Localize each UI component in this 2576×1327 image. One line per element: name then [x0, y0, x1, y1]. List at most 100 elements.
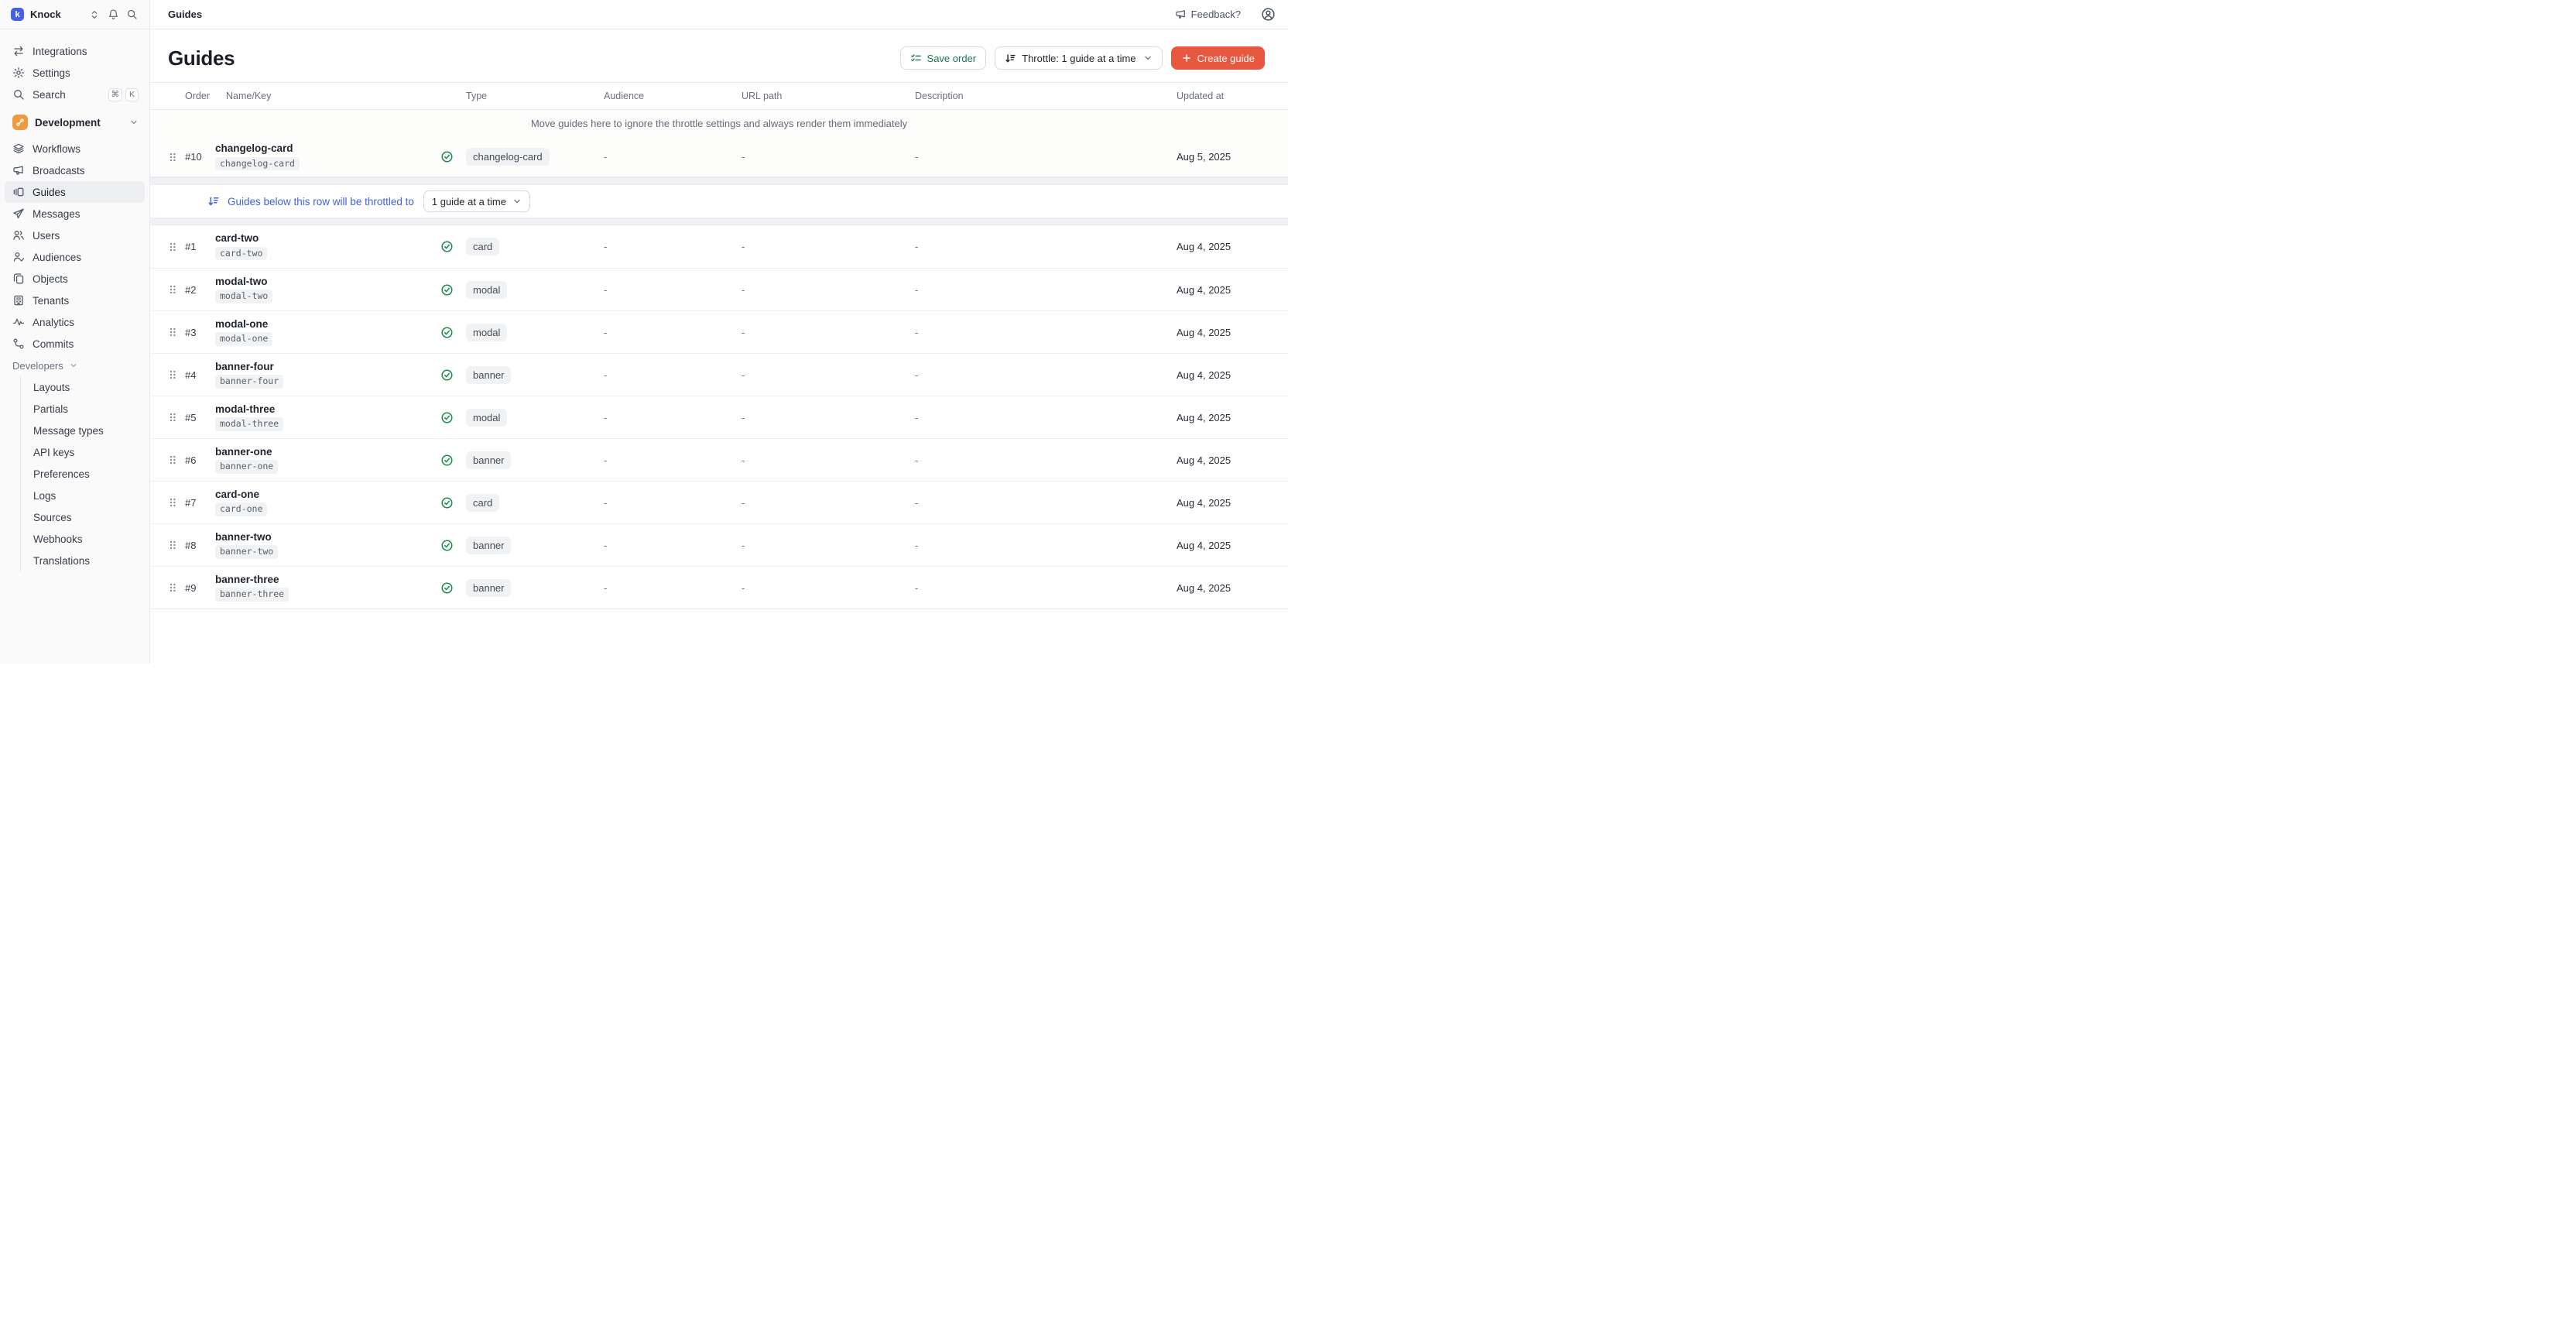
sidebar-item-logs[interactable]: Logs [21, 485, 149, 506]
guide-type: banner [460, 579, 598, 597]
sidebar-item-commits[interactable]: Commits [0, 333, 149, 355]
account-menu-button[interactable] [1261, 7, 1276, 22]
sidebar-item-tenants[interactable]: Tenants [0, 290, 149, 311]
chevron-down-icon [69, 361, 78, 370]
guide-audience: - [598, 497, 735, 509]
guide-row[interactable]: #3 modal-one modal-one modal---Aug 4, 20… [150, 310, 1288, 353]
breadcrumb[interactable]: Guides [168, 9, 202, 20]
guide-row[interactable]: #4 banner-four banner-four banner---Aug … [150, 353, 1288, 396]
guide-name-key: modal-three modal-three [215, 404, 433, 431]
type-badge: banner [466, 537, 511, 554]
sidebar-item-label: Partials [33, 403, 68, 415]
guide-order: #9 [183, 582, 215, 594]
guide-url-path: - [735, 454, 909, 466]
sidebar-section-developers[interactable]: Developers [0, 355, 149, 376]
guide-key: banner-three [215, 588, 289, 602]
guide-name: card-one [215, 489, 433, 500]
drag-handle[interactable] [163, 283, 183, 296]
throttle-setting-button[interactable]: Throttle: 1 guide at a time [995, 46, 1162, 70]
workspace-switcher[interactable]: k Knock [0, 0, 150, 29]
throttle-divider-row: Guides below this row will be throttled … [150, 184, 1288, 218]
check-circle-icon [440, 411, 454, 424]
guide-description: - [909, 151, 1170, 163]
guide-row[interactable]: #2 modal-two modal-two modal---Aug 4, 20… [150, 268, 1288, 310]
guide-row[interactable]: #1 card-two card-two card---Aug 4, 2025 [150, 225, 1288, 268]
guide-row[interactable]: #10 changelog-card changelog-card change… [150, 137, 1288, 177]
sidebar-item-integrations[interactable]: Integrations [0, 40, 149, 62]
drag-handle[interactable] [163, 369, 183, 381]
guide-name-key: modal-two modal-two [215, 276, 433, 303]
guide-row[interactable]: #7 card-one card-one card---Aug 4, 2025 [150, 481, 1288, 523]
sidebar-item-message-types[interactable]: Message types [21, 420, 149, 441]
sidebar-item-partials[interactable]: Partials [21, 398, 149, 420]
sidebar-item-workflows[interactable]: Workflows [0, 138, 149, 159]
drag-handle[interactable] [163, 241, 183, 253]
chevrons-up-down-icon[interactable] [87, 7, 102, 22]
guide-type: changelog-card [460, 148, 598, 166]
drag-handle[interactable] [163, 581, 183, 594]
drag-handle[interactable] [163, 539, 183, 551]
throttle-label: Throttle: 1 guide at a time [1022, 53, 1136, 64]
drag-handle[interactable] [163, 454, 183, 466]
sidebar-item-preferences[interactable]: Preferences [21, 463, 149, 485]
developers-section-label: Developers [12, 360, 63, 372]
bell-icon[interactable] [105, 7, 121, 22]
kbd-key: K [125, 88, 139, 101]
throttle-amount-select[interactable]: 1 guide at a time [423, 190, 530, 212]
guide-row[interactable]: #8 banner-two banner-two banner---Aug 4,… [150, 523, 1288, 566]
drag-handle[interactable] [163, 326, 183, 338]
type-badge: modal [466, 409, 507, 427]
sidebar-item-translations[interactable]: Translations [21, 550, 149, 571]
guide-row[interactable]: #9 banner-three banner-three banner---Au… [150, 566, 1288, 609]
checklist-icon [910, 53, 922, 64]
sidebar-item-api-keys[interactable]: API keys [21, 441, 149, 463]
sidebar-item-label: Search [33, 89, 66, 101]
sidebar-item-messages[interactable]: Messages [0, 203, 149, 225]
sidebar-item-search[interactable]: Search⌘K [0, 84, 149, 105]
search-icon[interactable] [124, 7, 139, 22]
sidebar-item-label: Settings [33, 67, 70, 79]
guide-key: changelog-card [215, 157, 300, 171]
guide-name: modal-three [215, 404, 433, 415]
guide-active-status [433, 150, 460, 163]
guide-row[interactable]: #5 modal-three modal-three modal---Aug 4… [150, 396, 1288, 438]
drag-handle[interactable] [163, 496, 183, 509]
guide-updated-at: Aug 4, 2025 [1170, 327, 1288, 338]
sidebar-item-webhooks[interactable]: Webhooks [21, 528, 149, 550]
col-name-key: Name/Key [215, 91, 433, 101]
create-guide-button[interactable]: Create guide [1171, 46, 1265, 70]
check-circle-icon [440, 369, 454, 382]
sidebar-item-guides[interactable]: Guides [5, 181, 145, 203]
unthrottled-dropzone: Move guides here to ignore the throttle … [150, 110, 1288, 177]
sidebar-item-objects[interactable]: Objects [0, 268, 149, 290]
table-header: Order Name/Key Type Audience URL path De… [150, 82, 1288, 110]
drag-handle[interactable] [163, 151, 183, 163]
guide-row[interactable]: #6 banner-one banner-one banner---Aug 4,… [150, 438, 1288, 481]
feedback-label: Feedback? [1191, 9, 1241, 20]
sidebar-item-settings[interactable]: Settings [0, 62, 149, 84]
type-badge: modal [466, 281, 507, 299]
drag-handle[interactable] [163, 411, 183, 423]
environment-switcher[interactable]: Development [0, 111, 149, 133]
sidebar-item-label: Sources [33, 512, 72, 523]
check-circle-icon [440, 150, 454, 163]
sidebar-item-broadcasts[interactable]: Broadcasts [0, 159, 149, 181]
guide-updated-at: Aug 4, 2025 [1170, 412, 1288, 423]
guide-description: - [909, 497, 1170, 509]
guide-name: banner-two [215, 532, 433, 543]
users-icon [12, 229, 25, 242]
sidebar-item-label: Logs [33, 490, 56, 502]
feedback-button[interactable]: Feedback? [1175, 9, 1241, 20]
sidebar-item-sources[interactable]: Sources [21, 506, 149, 528]
guide-order: #1 [183, 241, 215, 252]
sidebar-item-layouts[interactable]: Layouts [21, 376, 149, 398]
pages-icon [12, 273, 25, 285]
check-circle-icon [440, 539, 454, 552]
guide-name-key: banner-two banner-two [215, 532, 433, 559]
save-order-button[interactable]: Save order [900, 46, 987, 70]
sidebar-item-users[interactable]: Users [0, 225, 149, 246]
guide-active-status [433, 369, 460, 382]
sidebar-item-audiences[interactable]: Audiences [0, 246, 149, 268]
sidebar-item-analytics[interactable]: Analytics [0, 311, 149, 333]
throttle-divider-link[interactable]: Guides below this row will be throttled … [228, 196, 414, 207]
